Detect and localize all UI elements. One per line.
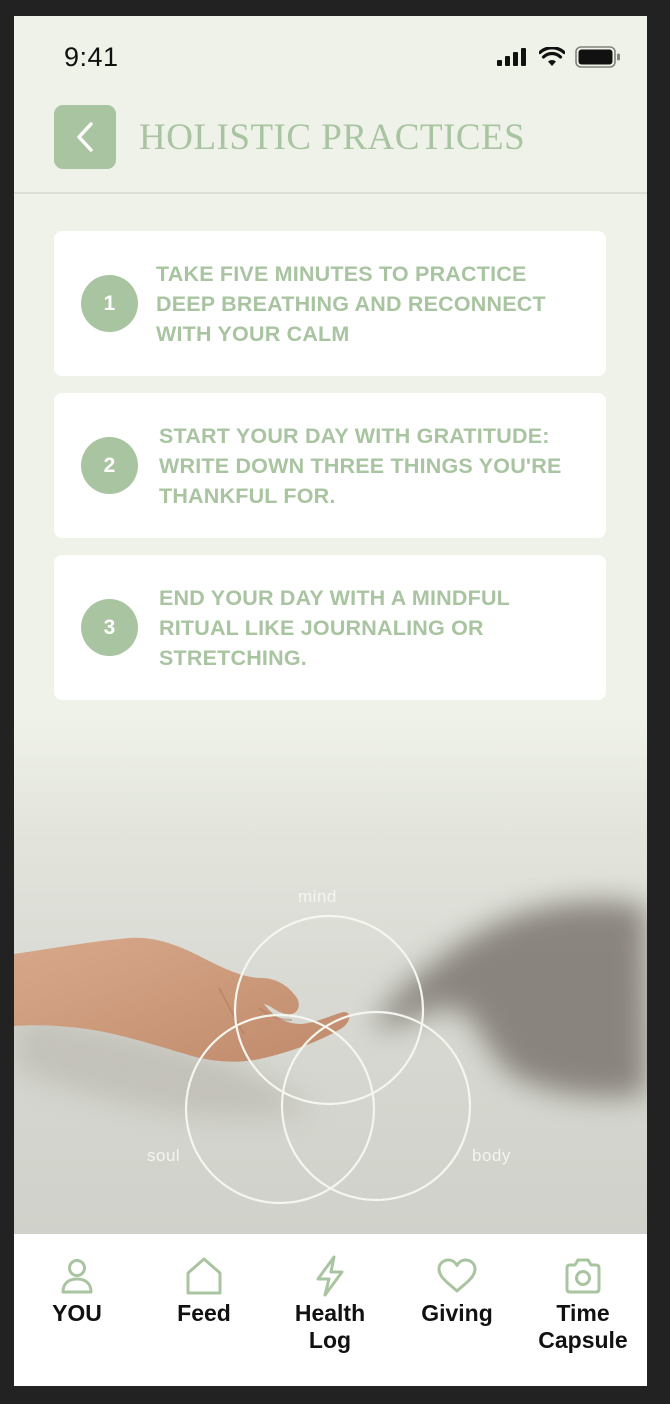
step-number-badge: 3 <box>81 599 138 656</box>
camera-icon <box>563 1256 603 1296</box>
tab-label: Giving <box>421 1300 493 1326</box>
tab-label: YOU <box>52 1300 102 1326</box>
heart-icon <box>436 1256 478 1296</box>
person-icon <box>59 1256 95 1296</box>
tab-label: Feed <box>177 1300 231 1326</box>
practice-card-3[interactable]: 3 END YOUR DAY WITH A MINDFUL RITUAL LIK… <box>54 555 606 700</box>
page-title: HOLISTIC PRACTICES <box>139 117 526 158</box>
practice-card-2[interactable]: 2 START YOUR DAY WITH GRATITUDE: WRITE D… <box>54 393 606 538</box>
venn-label-body: body <box>472 1146 511 1165</box>
practice-text: END YOUR DAY WITH A MINDFUL RITUAL LIKE … <box>159 585 510 670</box>
step-number-badge: 1 <box>81 275 138 332</box>
header-divider <box>14 192 647 194</box>
tab-giving[interactable]: Giving <box>394 1234 520 1386</box>
tab-label: Time Capsule <box>538 1300 628 1353</box>
tab-label: Health Log <box>294 1300 366 1353</box>
wifi-icon <box>539 47 565 66</box>
hands-illustration <box>14 900 647 1205</box>
tab-health-log[interactable]: Health Log <box>267 1234 393 1386</box>
phone-screen: 9:41 HOLISTIC PRACTICES 1 TAKE FIVE MINU… <box>14 16 647 1386</box>
tab-bar: YOU Feed Health Log Giving Time Capsule <box>14 1234 647 1386</box>
status-icons <box>497 46 621 68</box>
practice-text: START YOUR DAY WITH GRATITUDE: WRITE DOW… <box>159 423 562 508</box>
signal-icon <box>497 48 526 66</box>
practice-card-1[interactable]: 1 TAKE FIVE MINUTES TO PRACTICE DEEP BRE… <box>54 231 606 376</box>
tab-feed[interactable]: Feed <box>141 1234 267 1386</box>
battery-icon <box>575 46 620 68</box>
home-icon <box>185 1256 223 1296</box>
chevron-left-icon <box>77 122 93 152</box>
step-number-badge: 2 <box>81 437 138 494</box>
status-time: 9:41 <box>64 42 119 72</box>
tab-time-capsule[interactable]: Time Capsule <box>520 1234 646 1386</box>
hands-venn-image: mind soul body <box>14 716 647 1234</box>
tab-you[interactable]: YOU <box>14 1234 140 1386</box>
venn-label-soul: soul <box>147 1146 181 1165</box>
back-button[interactable] <box>54 105 116 169</box>
venn-label-mind: mind <box>298 887 337 906</box>
lightning-icon <box>313 1255 347 1297</box>
practice-text: TAKE FIVE MINUTES TO PRACTICE DEEP BREAT… <box>156 261 546 346</box>
